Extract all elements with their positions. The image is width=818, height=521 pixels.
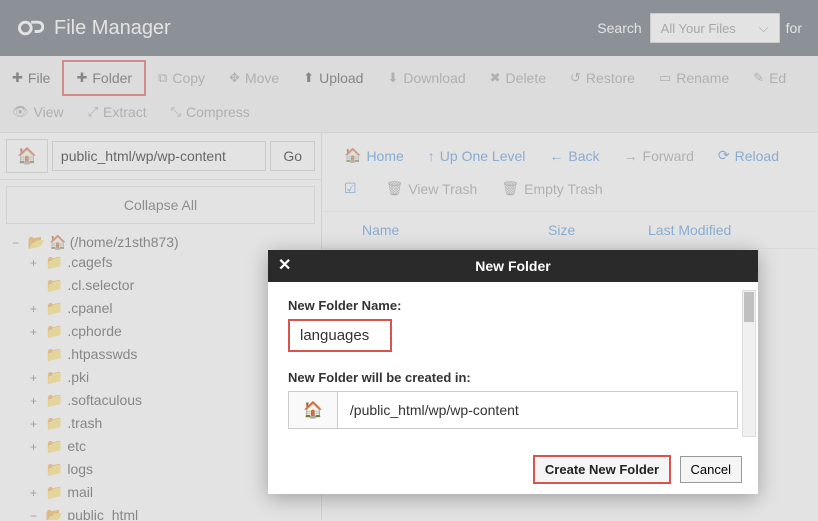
folder-path-input[interactable]: [338, 392, 737, 428]
modal-title: New Folder: [475, 258, 550, 274]
modal-footer: Create New Folder Cancel: [268, 445, 758, 494]
folder-name-input-wrap: [288, 319, 392, 352]
folder-name-label: New Folder Name:: [288, 298, 738, 313]
cancel-button[interactable]: Cancel: [680, 456, 742, 483]
folder-path-row: 🏠: [288, 391, 738, 429]
modal-body: New Folder Name: New Folder will be crea…: [268, 282, 758, 445]
modal-header: ✕ New Folder: [268, 250, 758, 282]
new-folder-modal: ✕ New Folder New Folder Name: New Folder…: [268, 250, 758, 494]
path-home-button[interactable]: 🏠: [289, 392, 338, 428]
folder-name-input[interactable]: [290, 321, 390, 350]
close-icon[interactable]: ✕: [278, 255, 291, 275]
create-folder-button[interactable]: Create New Folder: [533, 455, 671, 484]
scrollbar[interactable]: [742, 290, 756, 437]
folder-path-label: New Folder will be created in:: [288, 370, 738, 385]
home-icon: 🏠: [303, 402, 323, 419]
